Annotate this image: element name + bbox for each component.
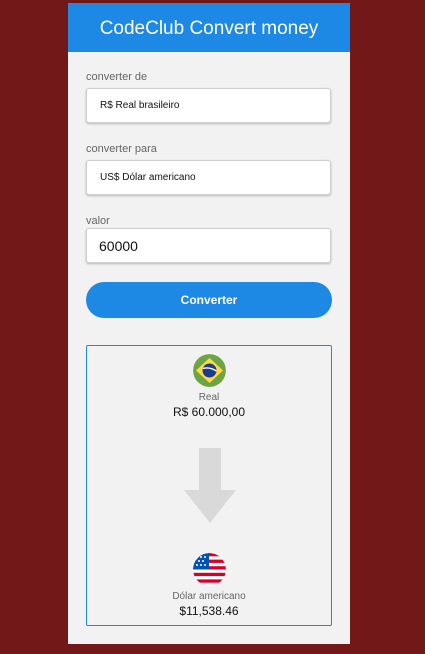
usa-flag-icon xyxy=(193,553,226,586)
from-amount: R$ 60.000,00 xyxy=(172,405,246,419)
from-currency-select[interactable]: R$ Real brasileiro xyxy=(86,88,331,123)
to-currency-label: converter para xyxy=(86,143,157,155)
to-amount: $11,538.46 xyxy=(179,604,239,618)
from-currency-value: R$ Real brasileiro xyxy=(100,100,180,111)
to-currency-select[interactable]: US$ Dólar americano xyxy=(86,160,331,195)
to-currency-name: Dólar americano xyxy=(172,591,246,602)
amount-input[interactable]: 60000 xyxy=(86,228,331,263)
arrow-down-icon xyxy=(184,448,236,523)
app-title: CodeClub Convert money xyxy=(99,18,319,39)
converter-card: CodeClub Convert money converter de R$ R… xyxy=(68,3,350,644)
convert-button[interactable]: Converter xyxy=(86,282,332,318)
to-currency-value: US$ Dólar americano xyxy=(100,172,196,183)
result-panel: Real R$ 60.000,00 Dólar americano $11,53… xyxy=(86,345,332,626)
brazil-flag-icon xyxy=(193,354,226,387)
amount-label: valor xyxy=(86,215,110,227)
from-currency-name: Real xyxy=(198,392,220,403)
from-currency-label: converter de xyxy=(86,71,148,83)
amount-value: 60000 xyxy=(99,237,138,254)
app-header: CodeClub Convert money xyxy=(68,3,350,52)
